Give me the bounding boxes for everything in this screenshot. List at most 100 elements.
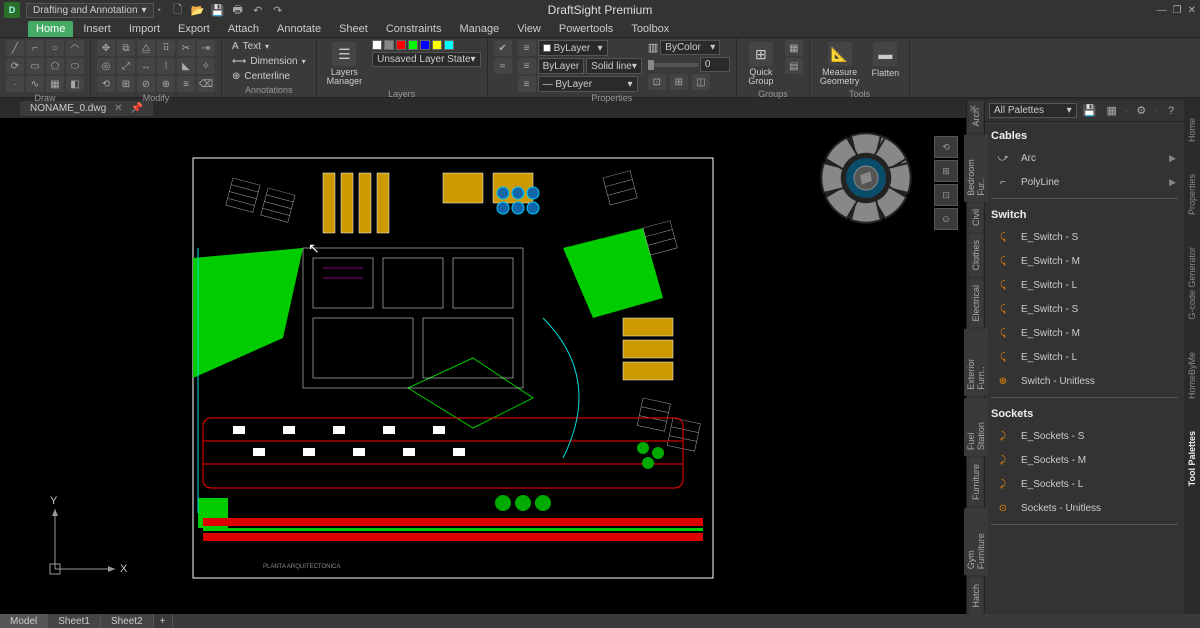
join-icon[interactable]: ⊕ (157, 76, 175, 92)
lineweight-selector[interactable]: — ByLayer▾ (538, 76, 638, 92)
mirror-icon[interactable]: ⧋ (137, 40, 155, 56)
palette-item[interactable]: ⤹E_Switch - S (991, 225, 1178, 249)
undo-icon[interactable]: ↶ (251, 3, 265, 17)
palette-save-icon[interactable]: 💾 (1081, 102, 1099, 120)
pin-tab-icon[interactable]: 📌 (131, 103, 143, 114)
print-icon[interactable]: 🖶 (231, 3, 245, 17)
palette-tab-clothes[interactable]: Clothes (969, 234, 983, 277)
palette-item[interactable]: ⤹E_Switch - M (991, 249, 1178, 273)
save-icon[interactable]: 💾 (211, 3, 225, 17)
ribbon-tab-export[interactable]: Export (170, 21, 218, 37)
palette-item[interactable]: ⌐PolyLine▶ (991, 170, 1178, 194)
ribbon-tab-import[interactable]: Import (121, 21, 168, 37)
rectangle-icon[interactable]: ▭ (26, 58, 44, 74)
group-opt-icon[interactable]: ▦ (785, 40, 803, 56)
nav-grid-button[interactable]: ⊞ (934, 160, 958, 182)
palette-item[interactable]: ⤹E_Switch - L (991, 345, 1178, 369)
right-rail-tab-homebyme[interactable]: HomeByMe (1186, 344, 1198, 407)
palette-tab-civil[interactable]: Civil (969, 203, 983, 232)
palette-tab-furniture[interactable]: Furniture (969, 458, 983, 506)
new-icon[interactable]: 🗋 (171, 3, 185, 17)
minimize-button[interactable]: — (1157, 5, 1167, 16)
right-rail-tab-g-code-generator[interactable]: G-code Generator (1186, 239, 1198, 328)
list-icon[interactable]: ≡ (518, 76, 536, 92)
sheet-tab-sheet2[interactable]: Sheet2 (101, 614, 154, 628)
palette-selector[interactable]: All Palettes▾ (989, 103, 1077, 118)
palette-tab-exterior-furn-[interactable]: Exterior Furn.. (964, 329, 988, 396)
prop-icon[interactable]: ◫ (692, 74, 710, 90)
check-icon[interactable]: ✔ (494, 40, 512, 56)
rotate-icon[interactable]: ⟲ (97, 76, 115, 92)
spline-icon[interactable]: ∿ (26, 76, 44, 92)
palette-tab-fuel-station[interactable]: Fuel Station (964, 398, 988, 456)
flatten-button[interactable]: ▬ Flatten (867, 40, 903, 80)
text-button[interactable]: AText▾ (228, 40, 273, 53)
palette-tab-bedroom-fur-[interactable]: Bedroom Fur.. (964, 135, 988, 202)
hatch-icon[interactable]: ▦ (46, 76, 64, 92)
arc-icon[interactable]: ◠ (66, 40, 84, 56)
document-tab[interactable]: NONAME_0.dwg ✕ 📌 (20, 101, 153, 116)
palette-item[interactable]: ⊙Sockets - Unitless (991, 496, 1178, 520)
fillet-icon[interactable]: ⦚ (157, 58, 175, 74)
stretch-icon[interactable]: ↔ (137, 58, 155, 74)
ribbon-tab-toolbox[interactable]: Toolbox (623, 21, 677, 37)
ribbon-tab-insert[interactable]: Insert (75, 21, 119, 37)
palette-body[interactable]: Cables⤻Arc▶⌐PolyLine▶Switch⤹E_Switch - S… (985, 122, 1184, 614)
palette-item[interactable]: ⤹E_Switch - M (991, 321, 1178, 345)
view-navigator-wheel[interactable] (816, 128, 916, 228)
match-props-icon[interactable]: ≈ (494, 58, 512, 74)
line-selector[interactable]: ByLayer (538, 58, 585, 74)
group-opt-icon[interactable]: ▤ (785, 58, 803, 74)
break-icon[interactable]: ⊘ (137, 76, 155, 92)
palette-help-icon[interactable]: ? (1162, 102, 1180, 120)
erase-icon[interactable]: ⌫ (197, 76, 215, 92)
ellipse-icon[interactable]: ⬭ (66, 58, 84, 74)
palette-item[interactable]: ⤹E_Switch - S (991, 297, 1178, 321)
right-rail-tab-tool-palettes[interactable]: Tool Palettes (1186, 423, 1198, 494)
rotate-tool-icon[interactable]: ⟳ (6, 58, 24, 74)
offset-icon[interactable]: ◎ (97, 58, 115, 74)
ribbon-tab-manage[interactable]: Manage (451, 21, 507, 37)
palette-item[interactable]: ⤸E_Sockets - M (991, 448, 1178, 472)
scale-icon[interactable]: ⤢ (117, 58, 135, 74)
drawing-canvas[interactable]: ↖ (0, 118, 966, 614)
array-icon[interactable]: ⊞ (117, 76, 135, 92)
nav-view-button[interactable]: ⊡ (934, 184, 958, 206)
open-icon[interactable]: 📂 (191, 3, 205, 17)
workspace-selector[interactable]: Drafting and Annotation ▾ (26, 3, 154, 18)
pattern-icon[interactable]: ⠿ (157, 40, 175, 56)
palette-grid-icon[interactable]: ▦ (1103, 102, 1121, 120)
prop-icon[interactable]: ⊡ (648, 74, 666, 90)
ribbon-tab-home[interactable]: Home (28, 21, 73, 37)
right-rail-tab-properties[interactable]: Properties (1186, 166, 1198, 223)
ribbon-tab-constraints[interactable]: Constraints (378, 21, 450, 37)
color-selector[interactable]: ByLayer▾ (538, 40, 608, 56)
right-rail-tab-home[interactable]: Home (1186, 110, 1198, 150)
prop-icon[interactable]: ⊞ (670, 74, 688, 90)
polygon-icon[interactable]: ⬠ (46, 58, 64, 74)
sheet-tab-sheet1[interactable]: Sheet1 (48, 614, 101, 628)
measure-button[interactable]: 📐 Measure Geometry (816, 40, 864, 88)
layers-manager-button[interactable]: ☰ Layers Manager (323, 40, 367, 88)
ribbon-tab-sheet[interactable]: Sheet (331, 21, 376, 37)
bycolor-selector[interactable]: ByColor▾ (660, 40, 720, 55)
trim-icon[interactable]: ✂ (177, 40, 195, 56)
copy-icon[interactable]: ⧉ (117, 40, 135, 56)
circle-icon[interactable]: ○ (46, 40, 64, 56)
move-icon[interactable]: ✥ (97, 40, 115, 56)
palette-tab-electrical[interactable]: Electrical (969, 279, 983, 328)
ribbon-tab-view[interactable]: View (509, 21, 549, 37)
point-icon[interactable]: · (6, 76, 24, 92)
linestyle-selector[interactable]: Solid line▾ (586, 58, 642, 74)
list-icon[interactable]: ≡ (518, 58, 536, 74)
maximize-button[interactable]: ❐ (1173, 5, 1182, 16)
palette-close-button[interactable]: ✕ (966, 102, 980, 116)
centerline-button[interactable]: ⊕Centerline (228, 70, 294, 83)
layer-state-selector[interactable]: Unsaved Layer State▾ (372, 52, 480, 67)
palette-item[interactable]: ⤻Arc▶ (991, 146, 1178, 170)
align-icon[interactable]: ≡ (177, 76, 195, 92)
palette-item[interactable]: ⤹E_Switch - L (991, 273, 1178, 297)
polyline-icon[interactable]: ⌐ (26, 40, 44, 56)
close-tab-icon[interactable]: ✕ (114, 103, 122, 114)
transparency-value[interactable]: 0 (700, 57, 730, 72)
